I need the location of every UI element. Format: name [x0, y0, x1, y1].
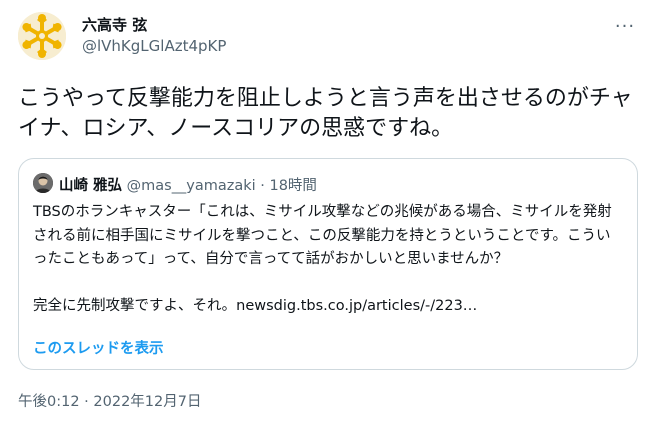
- tweet-text: こうやって反撃能力を阻止しようと言う声を出させるのがチャイナ、ロシア、ノースコリ…: [18, 86, 633, 141]
- more-icon: ···: [614, 15, 636, 37]
- author-avatar[interactable]: [18, 12, 66, 60]
- tweet-timestamp[interactable]: 午後0:12 · 2022年12月7日: [18, 390, 201, 411]
- snowflake-avatar-icon: [18, 12, 66, 60]
- quoted-author-name: 山崎 雅弘: [59, 178, 123, 194]
- quoted-paragraph-1: TBSのホランキャスター「これは、ミサイル攻撃などの兆候がある場合、ミサイルを発…: [33, 204, 612, 267]
- tweet-date: 2022年12月7日: [93, 394, 202, 410]
- timestamp-separator: ·: [84, 394, 89, 410]
- quoted-tweet-header: 山崎 雅弘 @mas__yamazaki · 18時間: [59, 174, 317, 195]
- more-options-button[interactable]: ···: [614, 15, 636, 37]
- author-handle[interactable]: @lVhKgLGlAzt4pKP: [82, 37, 226, 55]
- show-thread-link[interactable]: このスレッドを表示: [33, 337, 164, 358]
- quoted-author-handle: @mas__yamazaki: [126, 178, 256, 194]
- header-separator: ·: [260, 178, 265, 194]
- author-display-name[interactable]: 六高寺 弦: [82, 14, 147, 35]
- quoted-tweet-time: 18時間: [269, 178, 317, 194]
- quoted-paragraph-2: 完全に先制攻撃ですよ、それ。newsdig.tbs.co.jp/articles…: [33, 297, 478, 314]
- quoted-tweet-card[interactable]: 山崎 雅弘 @mas__yamazaki · 18時間 TBSのホランキャスター…: [18, 158, 638, 370]
- quoted-author-avatar: [33, 173, 53, 193]
- person-avatar-icon: [33, 173, 53, 193]
- tweet-time: 午後0:12: [18, 394, 80, 410]
- quoted-tweet-text: TBSのホランキャスター「これは、ミサイル攻撃などの兆候がある場合、ミサイルを発…: [33, 201, 625, 318]
